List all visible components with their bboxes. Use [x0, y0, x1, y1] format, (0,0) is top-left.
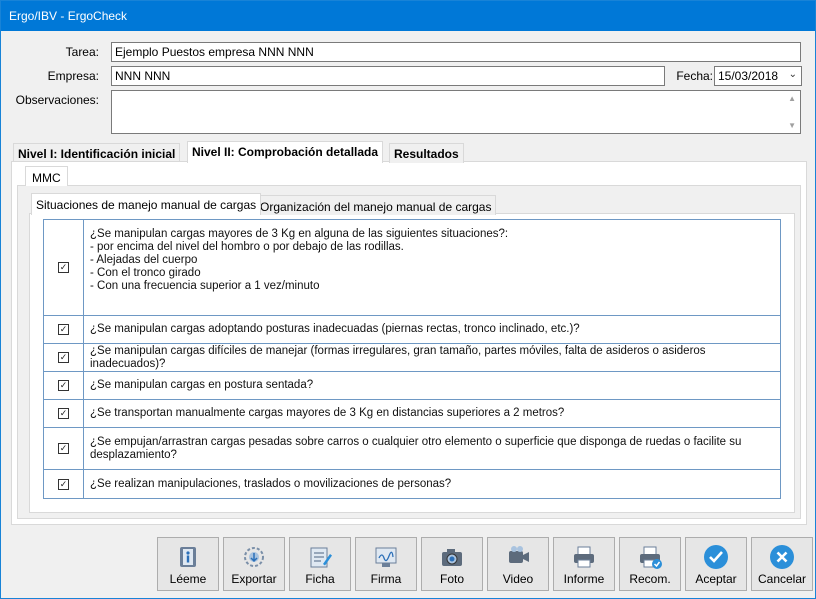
form-icon — [310, 547, 332, 568]
tab-nivel-i[interactable]: Nivel I: Identificación inicial — [13, 143, 181, 163]
recom-label: Recom. — [629, 572, 671, 586]
question-text: ¿Se manipulan cargas en postura sentada? — [90, 379, 314, 391]
table-row: ✓ ¿Se manipulan cargas difíciles de mane… — [44, 344, 780, 372]
leeme-label: Léeme — [169, 572, 207, 586]
fecha-label: Fecha: — [676, 69, 713, 83]
tab-organizacion[interactable]: Organización del manejo manual de cargas — [255, 195, 497, 215]
window-title: Ergo/IBV - ErgoCheck — [1, 1, 815, 31]
info-icon — [180, 547, 196, 567]
foto-label: Foto — [439, 572, 464, 586]
row-checkbox[interactable]: ✓ — [44, 428, 84, 469]
question-text: ¿Se manipulan cargas adoptando posturas … — [90, 323, 580, 335]
recom-button[interactable]: Recom. — [619, 537, 681, 591]
firma-label: Firma — [370, 572, 402, 586]
question-text: ¿Se realizan manipulaciones, traslados o… — [90, 477, 452, 490]
aceptar-label: Aceptar — [695, 572, 737, 586]
exportar-label: Exportar — [231, 572, 277, 586]
row-checkbox[interactable]: ✓ — [44, 344, 84, 371]
leeme-button[interactable]: Léeme — [157, 537, 219, 591]
firma-button[interactable]: Firma — [355, 537, 417, 591]
informe-button[interactable]: Informe — [553, 537, 615, 591]
row-checkbox[interactable]: ✓ — [44, 372, 84, 399]
checkbox-checked-icon[interactable]: ✓ — [58, 262, 69, 273]
row-checkbox[interactable]: ✓ — [44, 220, 84, 315]
scroll-down-icon[interactable]: ▼ — [788, 121, 796, 130]
ficha-button[interactable]: Ficha — [289, 537, 351, 591]
checkbox-checked-icon[interactable]: ✓ — [58, 380, 69, 391]
row-checkbox[interactable]: ✓ — [44, 316, 84, 343]
tab-mmc[interactable]: MMC — [25, 166, 68, 186]
printer-icon — [574, 546, 594, 568]
tab-resultados[interactable]: Resultados — [389, 143, 464, 163]
check-icon — [704, 545, 728, 569]
cancelar-label: Cancelar — [757, 572, 807, 586]
question-text: ¿Se transportan manualmente cargas mayor… — [90, 407, 565, 419]
informe-label: Informe — [563, 572, 605, 586]
checkbox-checked-icon[interactable]: ✓ — [58, 324, 69, 335]
checkbox-checked-icon[interactable]: ✓ — [58, 352, 69, 363]
cancel-icon — [770, 545, 794, 569]
fecha-value: 15/03/2018 — [718, 69, 779, 83]
tarea-input[interactable]: Ejemplo Puestos empresa NNN NNN — [111, 42, 801, 62]
tab-nivel-ii[interactable]: Nivel II: Comprobación detallada — [187, 141, 384, 163]
question-text: ¿Se manipulan cargas mayores de 3 Kg en … — [90, 228, 509, 292]
video-camera-icon — [509, 546, 529, 563]
printer-check-icon — [640, 546, 662, 569]
signature-icon — [375, 547, 397, 567]
questions-table: ✓ ¿Se manipulan cargas mayores de 3 Kg e… — [43, 219, 781, 499]
aceptar-button[interactable]: Aceptar — [685, 537, 747, 591]
question-text: ¿Se manipulan cargas difíciles de maneja… — [90, 344, 706, 370]
scroll-up-icon[interactable]: ▲ — [788, 94, 796, 103]
video-button[interactable]: Video — [487, 537, 549, 591]
chevron-down-icon[interactable]: ⌄ — [789, 69, 797, 80]
export-icon — [244, 547, 264, 567]
table-row: ✓ ¿Se realizan manipulaciones, traslados… — [44, 470, 780, 498]
empresa-input[interactable]: NNN NNN — [111, 66, 665, 86]
row-checkbox[interactable]: ✓ — [44, 470, 84, 498]
checkbox-checked-icon[interactable]: ✓ — [58, 443, 69, 454]
video-label: Video — [502, 572, 534, 586]
exportar-button[interactable]: Exportar — [223, 537, 285, 591]
cancelar-button[interactable]: Cancelar — [751, 537, 813, 591]
row-checkbox[interactable]: ✓ — [44, 400, 84, 427]
question-text: ¿Se empujan/arrastran cargas pesadas sob… — [90, 435, 742, 461]
ficha-label: Ficha — [305, 572, 335, 586]
table-row: ✓ ¿Se manipulan cargas en postura sentad… — [44, 372, 780, 400]
app-window: Ergo/IBV - ErgoCheck Tarea: Ejemplo Pues… — [0, 0, 816, 599]
observaciones-textarea[interactable]: ▲ ▼ — [111, 90, 801, 134]
table-row: ✓ ¿Se transportan manualmente cargas may… — [44, 400, 780, 428]
camera-icon — [442, 549, 462, 566]
empresa-label: Empresa: — [47, 69, 99, 83]
table-row: ✓ ¿Se manipulan cargas mayores de 3 Kg e… — [44, 220, 780, 316]
checkbox-checked-icon[interactable]: ✓ — [58, 478, 69, 490]
tarea-label: Tarea: — [65, 45, 99, 59]
fecha-datepicker[interactable]: 15/03/2018 ⌄ — [714, 66, 802, 86]
foto-button[interactable]: Foto — [421, 537, 483, 591]
observaciones-label: Observaciones: — [15, 93, 99, 107]
table-row: ✓ ¿Se empujan/arrastran cargas pesadas s… — [44, 428, 780, 470]
checkbox-checked-icon[interactable]: ✓ — [58, 408, 69, 419]
tab-situaciones[interactable]: Situaciones de manejo manual de cargas — [31, 193, 262, 215]
